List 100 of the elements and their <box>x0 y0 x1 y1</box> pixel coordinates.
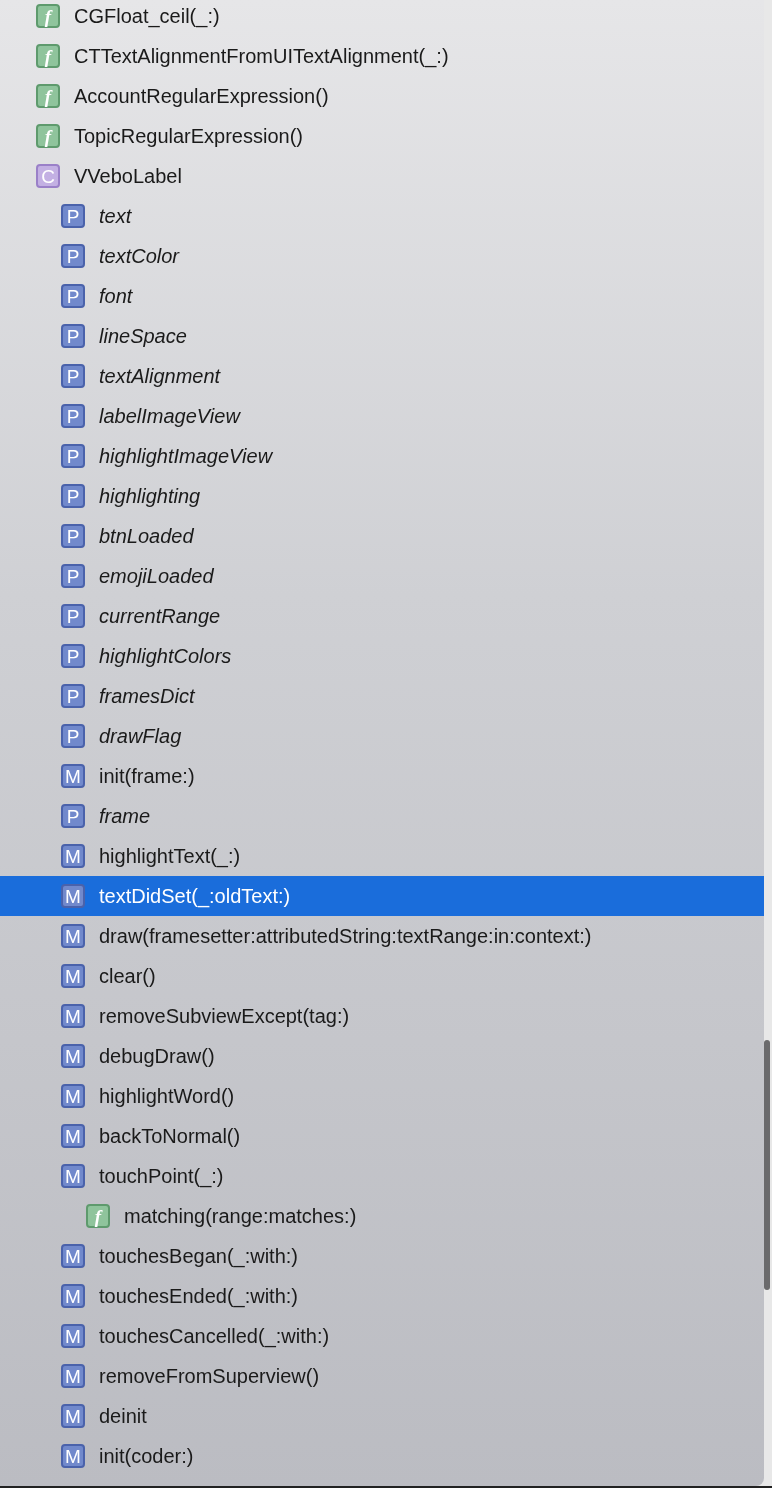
property-icon: P <box>61 484 85 508</box>
symbol-name: matching(range:matches:) <box>124 1204 357 1228</box>
class-icon: C <box>36 164 60 188</box>
method-icon: M <box>61 924 85 948</box>
symbol-item[interactable]: P highlightColors <box>0 636 764 676</box>
property-icon: P <box>61 404 85 428</box>
method-icon: M <box>61 1084 85 1108</box>
symbol-name: textDidSet(_:oldText:) <box>99 884 291 908</box>
scroll-thumb[interactable] <box>764 1040 770 1290</box>
symbol-item[interactable]: M init(frame:) <box>0 756 764 796</box>
method-icon: M <box>61 1044 85 1068</box>
symbol-item[interactable]: P framesDict <box>0 676 764 716</box>
symbol-item[interactable]: M removeSubviewExcept(tag:) <box>0 996 764 1036</box>
symbol-item[interactable]: P highlightImageView <box>0 436 764 476</box>
method-icon: M <box>61 1404 85 1428</box>
symbol-item[interactable]: f TopicRegularExpression() <box>0 116 764 156</box>
symbol-name: highlighting <box>99 484 201 508</box>
method-icon: M <box>61 1164 85 1188</box>
symbol-name: highlightText(_:) <box>99 844 241 868</box>
symbol-name: drawFlag <box>99 724 182 748</box>
symbol-name: textAlignment <box>99 364 221 388</box>
symbol-item[interactable]: f CGFloat_ceil(_:) <box>0 0 764 36</box>
symbol-name: CTTextAlignmentFromUITextAlignment(_:) <box>74 44 449 68</box>
symbol-name: lineSpace <box>99 324 187 348</box>
method-icon: M <box>61 1444 85 1468</box>
method-icon: M <box>61 1244 85 1268</box>
symbol-name: emojiLoaded <box>99 564 214 588</box>
symbol-item[interactable]: P font <box>0 276 764 316</box>
symbol-name: touchesCancelled(_:with:) <box>99 1324 330 1348</box>
symbol-name: textColor <box>99 244 180 268</box>
function-icon: f <box>86 1204 110 1228</box>
symbol-name: touchesEnded(_:with:) <box>99 1284 298 1308</box>
property-icon: P <box>61 204 85 228</box>
symbol-item[interactable]: M highlightWord() <box>0 1076 764 1116</box>
symbol-item[interactable]: M touchPoint(_:) <box>0 1156 764 1196</box>
method-icon: M <box>61 1284 85 1308</box>
symbol-item[interactable]: P textAlignment <box>0 356 764 396</box>
symbol-name: labelImageView <box>99 404 240 428</box>
symbol-item[interactable]: P currentRange <box>0 596 764 636</box>
function-icon: f <box>36 84 60 108</box>
symbol-item[interactable]: P btnLoaded <box>0 516 764 556</box>
property-icon: P <box>61 364 85 388</box>
symbol-name: framesDict <box>99 684 195 708</box>
symbol-item[interactable]: f CTTextAlignmentFromUITextAlignment(_:) <box>0 36 764 76</box>
symbol-name: backToNormal() <box>99 1124 241 1148</box>
property-icon: P <box>61 724 85 748</box>
symbol-name: currentRange <box>99 604 221 628</box>
symbol-item[interactable]: f matching(range:matches:) <box>0 1196 764 1236</box>
symbol-name: TopicRegularExpression() <box>74 124 303 148</box>
property-icon: P <box>61 564 85 588</box>
method-icon: M <box>61 964 85 988</box>
symbol-item[interactable]: M deinit <box>0 1396 764 1436</box>
property-icon: P <box>61 524 85 548</box>
symbol-item[interactable]: P highlighting <box>0 476 764 516</box>
symbol-name: VVeboLabel <box>74 164 182 188</box>
symbol-item[interactable]: P lineSpace <box>0 316 764 356</box>
method-icon: M <box>61 1004 85 1028</box>
symbol-name: debugDraw() <box>99 1044 215 1068</box>
symbol-name: highlightColors <box>99 644 232 668</box>
symbol-name: draw(framesetter:attributedString:textRange:in:context:) <box>99 924 592 948</box>
symbol-name: init(coder:) <box>99 1444 194 1468</box>
function-icon: f <box>36 124 60 148</box>
method-icon: M <box>61 884 85 908</box>
symbol-name: frame <box>99 804 151 828</box>
symbol-item[interactable]: P text <box>0 196 764 236</box>
symbol-item[interactable]: M touchesEnded(_:with:) <box>0 1276 764 1316</box>
method-icon: M <box>61 1124 85 1148</box>
property-icon: P <box>61 644 85 668</box>
property-icon: P <box>61 684 85 708</box>
method-icon: M <box>61 1364 85 1388</box>
method-icon: M <box>61 844 85 868</box>
symbol-item[interactable]: M textDidSet(_:oldText:) <box>0 876 764 916</box>
property-icon: P <box>61 804 85 828</box>
symbol-item[interactable]: M backToNormal() <box>0 1116 764 1156</box>
symbol-name: init(frame:) <box>99 764 195 788</box>
symbol-item[interactable]: M clear() <box>0 956 764 996</box>
symbol-name: clear() <box>99 964 156 988</box>
symbol-name: text <box>99 204 132 228</box>
symbol-name: removeFromSuperview() <box>99 1364 320 1388</box>
symbol-item[interactable]: P frame <box>0 796 764 836</box>
symbol-item[interactable]: P labelImageView <box>0 396 764 436</box>
symbol-item[interactable]: C VVeboLabel <box>0 156 764 196</box>
symbol-item[interactable]: M removeFromSuperview() <box>0 1356 764 1396</box>
symbol-item[interactable]: f AccountRegularExpression() <box>0 76 764 116</box>
symbol-name: removeSubviewExcept(tag:) <box>99 1004 350 1028</box>
property-icon: P <box>61 284 85 308</box>
symbol-item[interactable]: P textColor <box>0 236 764 276</box>
symbol-item[interactable]: M draw(framesetter:attributedString:textRange:in:context:) <box>0 916 764 956</box>
property-icon: P <box>61 324 85 348</box>
method-icon: M <box>61 1324 85 1348</box>
symbol-item[interactable]: M highlightText(_:) <box>0 836 764 876</box>
symbol-item[interactable]: P emojiLoaded <box>0 556 764 596</box>
symbol-name: highlightWord() <box>99 1084 235 1108</box>
symbol-item[interactable]: M touchesCancelled(_:with:) <box>0 1316 764 1356</box>
symbol-item[interactable]: M touchesBegan(_:with:) <box>0 1236 764 1276</box>
symbol-item[interactable]: M debugDraw() <box>0 1036 764 1076</box>
symbol-item[interactable]: M init(coder:) <box>0 1436 764 1476</box>
symbol-name: deinit <box>99 1404 147 1428</box>
symbol-name: touchesBegan(_:with:) <box>99 1244 298 1268</box>
symbol-item[interactable]: P drawFlag <box>0 716 764 756</box>
